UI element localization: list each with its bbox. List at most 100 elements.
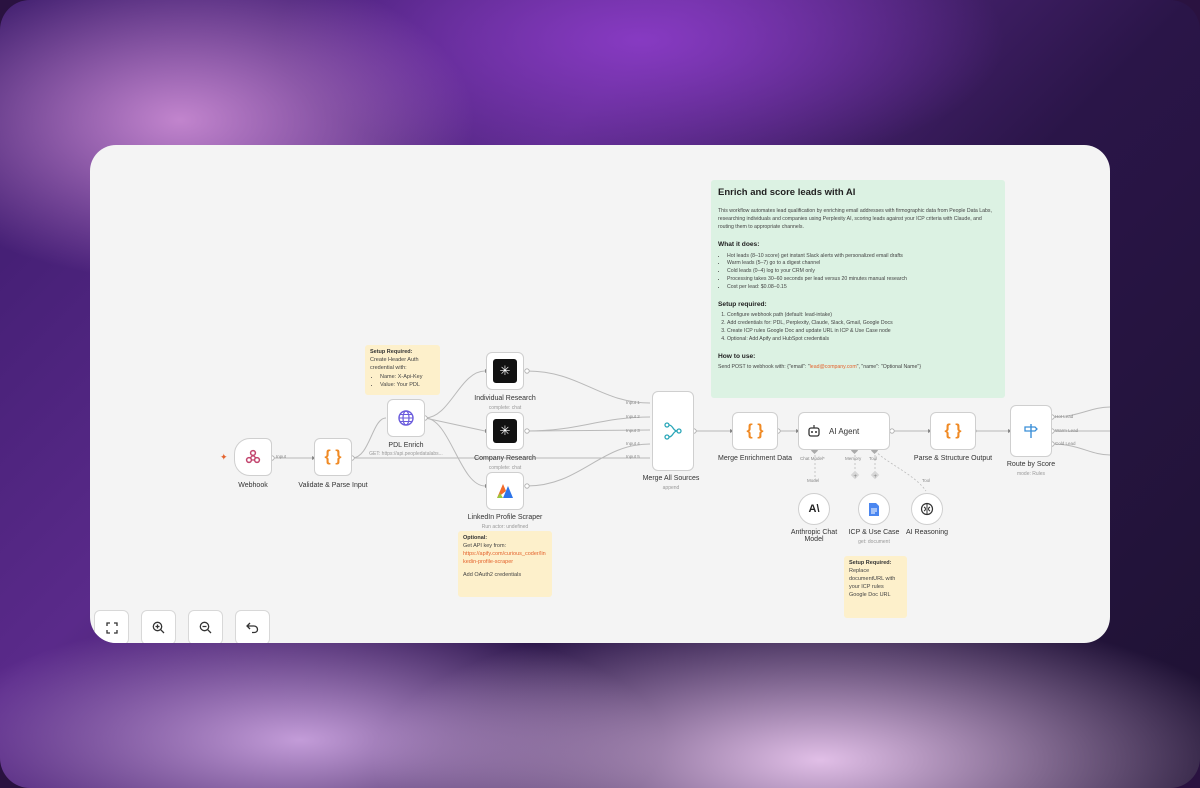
validate-node[interactable]: { } xyxy=(314,438,352,476)
chat-model-port: Chat Model* xyxy=(800,456,825,461)
note-howto-text: Send POST to webhook with: {"email": "le… xyxy=(718,364,998,372)
merge-all-sources-label: Merge All Sources xyxy=(642,475,700,482)
howto-email-link[interactable]: lead@company.com xyxy=(810,364,857,370)
anthropic-model-label: Anthropic Chat Model xyxy=(790,529,838,543)
ai-reasoning-label: AI Reasoning xyxy=(905,529,949,536)
tool-port-2: Tool xyxy=(922,478,931,483)
merge-input-1: Input 1 xyxy=(626,400,640,405)
pdl-note-item: Name: X-Api-Key xyxy=(380,374,435,382)
note-howto-heading: How to use: xyxy=(718,352,756,360)
input-port-label: Input xyxy=(276,454,287,459)
individual-research-subtitle: complete: chat xyxy=(488,405,522,411)
merge-all-sources-subtitle: append xyxy=(662,485,680,491)
note-setup-item: Configure webhook path (default: lead-in… xyxy=(727,312,998,320)
merge-enrichment-label: Merge Enrichment Data xyxy=(718,455,792,462)
webhook-icon xyxy=(245,449,261,464)
company-research-label: Company Research xyxy=(474,455,536,462)
hot-lead-port: Hot Lead xyxy=(1055,414,1074,419)
note-setup-item: Add credentials for: PDL, Perplexity, Cl… xyxy=(727,320,998,328)
tool-port: Tool xyxy=(869,456,878,461)
pdl-enrich-node[interactable] xyxy=(387,399,425,437)
parse-output-node[interactable]: { } xyxy=(930,412,976,450)
webhook-label: Webhook xyxy=(238,482,268,489)
background-frame: + + ✦ Webhook Input { } Validate & Parse… xyxy=(0,0,1200,788)
icp-use-case-node[interactable] xyxy=(858,493,890,525)
route-by-score-label: Route by Score xyxy=(1006,461,1056,468)
ai-agent-label: AI Agent xyxy=(829,426,860,436)
pdl-note-item: Value: Your PDL xyxy=(380,382,435,390)
google-docs-icon xyxy=(869,502,879,516)
signpost-icon xyxy=(1024,424,1038,438)
merge-input-2: Input 2 xyxy=(626,414,640,419)
perplexity-icon: ✳ xyxy=(493,359,517,383)
cold-lead-port: Cold Lead xyxy=(1055,441,1076,446)
note-what-item: Processing takes 30–60 seconds per lead … xyxy=(727,276,998,284)
optional-note-line: Get API key from: xyxy=(463,542,507,549)
optional-note-heading: Optional: xyxy=(463,535,488,541)
individual-research-node[interactable]: ✳ xyxy=(486,352,524,390)
perplexity-icon: ✳ xyxy=(493,419,517,443)
parse-output-label: Parse & Structure Output xyxy=(913,455,993,462)
fit-view-icon xyxy=(105,621,118,634)
globe-icon xyxy=(398,410,414,426)
note-setup-item: Optional: Add Apify and HubSpot credenti… xyxy=(727,336,998,344)
note-title: Enrich and score leads with AI xyxy=(718,187,856,198)
memory-port: Memory xyxy=(845,456,862,461)
merge-enrichment-node[interactable]: { } xyxy=(732,412,778,450)
pdl-enrich-subtitle: GET: https://api.peopledatalabs... xyxy=(369,451,443,457)
howto-suffix: ", "name": "Optional Name"} xyxy=(856,364,921,371)
route-by-score-subtitle: mode: Rules xyxy=(1016,471,1046,477)
note-what-item: Cold leads (0–4) log to your CRM only xyxy=(727,268,998,276)
anthropic-model-node[interactable]: A\ xyxy=(798,493,830,525)
optional-note[interactable]: Optional: Get API key from: https://apif… xyxy=(458,531,552,597)
linkedin-scraper-label: LinkedIn Profile Scraper xyxy=(467,514,543,521)
pdl-enrich-label: PDL Enrich xyxy=(388,442,424,449)
icp-setup-note[interactable]: Setup Required: Replace documentURL with… xyxy=(844,556,907,618)
workflow-description-note[interactable]: Enrich and score leads with AI This work… xyxy=(711,180,1005,398)
merge-icon xyxy=(664,422,682,440)
merge-input-3: Input 3 xyxy=(626,428,640,433)
code-braces-icon: { } xyxy=(746,422,764,439)
note-what-item: Warm leads (5–7) go to a digest channel xyxy=(727,260,998,268)
merge-input-5: Input 5 xyxy=(626,454,640,459)
code-braces-icon: { } xyxy=(324,448,342,465)
icp-use-case-label: ICP & Use Case xyxy=(848,529,900,536)
note-what-heading: What it does: xyxy=(718,240,760,248)
ai-reasoning-node[interactable] xyxy=(911,493,943,525)
zoom-in-button[interactable] xyxy=(141,610,176,643)
validate-label: Validate & Parse Input xyxy=(298,482,368,489)
undo-button[interactable] xyxy=(235,610,270,643)
code-braces-icon: { } xyxy=(944,422,962,439)
note-intro: This workflow automates lead qualificati… xyxy=(718,208,992,230)
note-what-item: Hot leads (8–10 score) get instant Slack… xyxy=(727,253,998,261)
svg-text:+: + xyxy=(874,474,878,480)
individual-research-label: Individual Research xyxy=(474,395,536,402)
svg-text:+: + xyxy=(854,474,858,480)
company-research-subtitle: complete: chat xyxy=(488,465,522,471)
workflow-canvas[interactable]: + + ✦ Webhook Input { } Validate & Parse… xyxy=(90,145,1110,643)
merge-all-sources-node[interactable] xyxy=(652,391,694,471)
note-setup-heading: Setup required: xyxy=(718,300,767,308)
webhook-node[interactable] xyxy=(234,438,272,476)
note-setup-item: Create ICP rules Google Doc and update U… xyxy=(727,328,998,336)
howto-prefix: Send POST to webhook with: {"email": " xyxy=(718,364,810,371)
fit-view-button[interactable] xyxy=(94,610,129,643)
ai-agent-node[interactable]: AI Agent xyxy=(798,412,890,450)
zoom-out-button[interactable] xyxy=(188,610,223,643)
pdl-note-line: Create Header Auth credential with: xyxy=(370,356,419,371)
icp-use-case-subtitle: get: document xyxy=(858,539,890,545)
brain-icon xyxy=(920,502,934,516)
linkedin-scraper-node[interactable] xyxy=(486,472,524,510)
robot-icon xyxy=(808,425,820,437)
note-what-item: Cost per lead: $0.08–0.15 xyxy=(727,284,998,292)
pdl-setup-note[interactable]: Setup Required: Create Header Auth crede… xyxy=(365,345,440,395)
icp-note-heading: Setup Required: xyxy=(849,560,892,566)
undo-icon xyxy=(246,622,259,634)
zoom-in-icon xyxy=(152,621,165,634)
linkedin-scraper-subtitle: Run actor: undefined xyxy=(481,524,529,530)
route-by-score-node[interactable] xyxy=(1010,405,1052,457)
optional-note-link[interactable]: https://apify.com/curious_coder/linkedin… xyxy=(463,551,547,567)
icp-note-body: Replace documentURL with your ICP rules … xyxy=(849,567,896,598)
company-research-node[interactable]: ✳ xyxy=(486,412,524,450)
zoom-out-icon xyxy=(199,621,212,634)
